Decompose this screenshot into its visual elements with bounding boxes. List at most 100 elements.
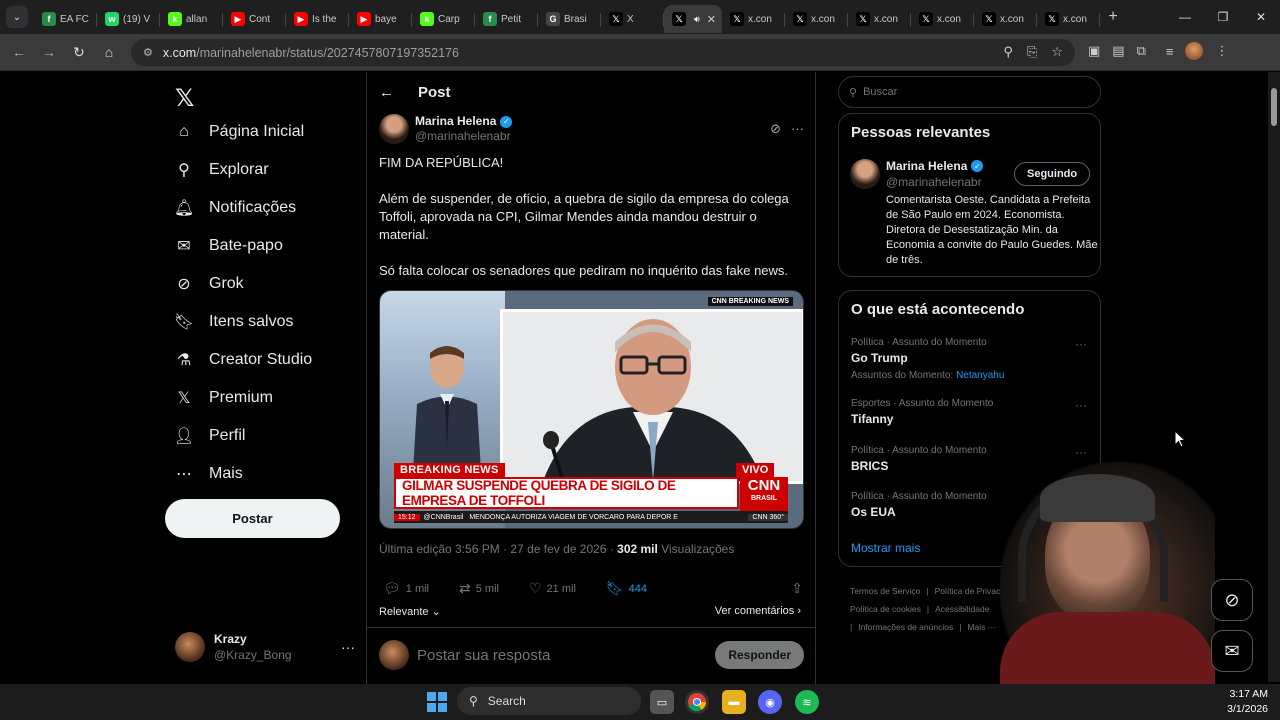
browser-tab[interactable]: 𝕏x.con <box>911 5 974 33</box>
x-logo-icon[interactable]: 𝕏 <box>175 84 194 113</box>
browser-tab[interactable]: 𝕏x.con <box>722 5 785 33</box>
nav-item-premium[interactable]: 𝕏 Premium <box>175 389 273 407</box>
browser-tab[interactable]: ▶ baye <box>349 5 412 33</box>
search-input[interactable]: ⚲ Buscar <box>838 76 1101 108</box>
grok-fab-icon[interactable]: ⊘ <box>1211 579 1253 621</box>
extension-icon[interactable]: ▣ <box>1088 43 1100 59</box>
nav-item-página-inicial[interactable]: ⌂ Página Inicial <box>175 123 304 141</box>
close-window-icon[interactable]: ✕ <box>1242 10 1280 24</box>
trend-item[interactable]: Esportes · Assunto do Momento Tifanny ··… <box>851 398 1091 426</box>
nav-item-notificações[interactable]: 🔔︎ Notificações <box>174 199 296 217</box>
reload-icon[interactable]: ↻ <box>64 44 94 61</box>
discord-icon[interactable]: ◉ <box>758 690 782 714</box>
browser-tab[interactable]: k Carp <box>412 5 475 33</box>
messages-fab-icon[interactable]: ✉ <box>1211 630 1253 672</box>
install-app-icon[interactable]: ⎘ <box>1027 44 1037 60</box>
browser-tab[interactable]: 𝕏X <box>601 5 664 33</box>
more-icon[interactable]: ··· <box>1075 337 1087 351</box>
nav-item-itens-salvos[interactable]: 🔖︎ Itens salvos <box>174 313 294 331</box>
reply-action[interactable]: 💬︎ 1 mil <box>383 580 429 597</box>
more-icon[interactable]: ··· <box>1075 445 1087 459</box>
url-path: /marinahelenabr/status/20274578071973521… <box>196 45 459 60</box>
nav-item-perfil[interactable]: 👤︎ Perfil <box>174 427 246 445</box>
nav-item-explorar[interactable]: ⚲ Explorar <box>175 161 268 179</box>
minimize-icon[interactable]: — <box>1166 10 1204 24</box>
author-name[interactable]: Marina Helena <box>415 114 496 129</box>
share-icon[interactable]: ⇪ <box>791 580 803 597</box>
footer-link[interactable]: Acessibilidade <box>935 604 989 614</box>
tab-search-button[interactable]: ⌄ <box>6 6 28 28</box>
menu-icon[interactable]: ⋮ <box>1215 43 1228 59</box>
show-more-link[interactable]: Mostrar mais <box>851 541 920 555</box>
user-name[interactable]: Marina Helena <box>886 159 967 173</box>
repost-action[interactable]: ⇄ 5 mil <box>459 580 499 597</box>
avatar[interactable] <box>850 159 880 189</box>
footer-link[interactable]: Mais ··· <box>967 622 996 632</box>
nav-item-creator-studio[interactable]: ⚗ Creator Studio <box>175 351 312 369</box>
author-handle[interactable]: @marinahelenabr <box>415 129 512 144</box>
avatar[interactable] <box>379 114 409 144</box>
forward-icon[interactable]: → <box>34 44 64 60</box>
browser-tab[interactable]: 𝕏x.con <box>785 5 848 33</box>
windows-start-icon[interactable] <box>427 692 447 712</box>
browser-tab[interactable]: ▶ Is the <box>286 5 349 33</box>
media-control-icon[interactable]: ≡ <box>1166 44 1174 59</box>
browser-tab[interactable]: w (19) V <box>97 5 160 33</box>
close-tab-icon[interactable]: ✕ <box>707 13 716 26</box>
view-comments-link[interactable]: Ver comentários › <box>715 605 801 617</box>
user-handle[interactable]: @marinahelenabr <box>886 175 982 189</box>
star-icon[interactable]: ☆ <box>1051 44 1063 60</box>
audio-playing-icon[interactable]: 🔊︎ <box>694 14 700 25</box>
browser-tab[interactable]: 𝕏x.con <box>1037 5 1100 33</box>
tab-favicon-icon: ▶ <box>231 12 245 26</box>
browser-tab[interactable]: k allan <box>160 5 223 33</box>
following-button[interactable]: Seguindo <box>1014 162 1091 186</box>
footer-link[interactable]: Política de cookies <box>850 604 921 614</box>
back-arrow-icon[interactable]: ← <box>379 84 394 101</box>
nav-item-grok[interactable]: ⊘ Grok <box>175 275 243 293</box>
scrollbar[interactable] <box>1268 72 1280 682</box>
more-icon[interactable]: ··· <box>341 639 355 655</box>
edit-timestamp[interactable]: Última edição 3:56 PM · 27 de fev de 202… <box>379 542 617 556</box>
trend-item[interactable]: Política · Assunto do Momento Go Trump A… <box>851 337 1091 381</box>
back-icon[interactable]: ← <box>4 44 34 60</box>
restore-icon[interactable]: ❐ <box>1204 10 1242 24</box>
like-action[interactable]: ♡ 21 mil <box>529 580 576 597</box>
new-tab-button[interactable]: + <box>1100 8 1126 26</box>
post-button[interactable]: Postar <box>165 499 340 538</box>
sort-dropdown[interactable]: Relevante ⌄ <box>379 605 441 618</box>
puzzle-icon[interactable]: ⧉ <box>1137 43 1146 59</box>
address-bar[interactable]: ⚙ x.com/marinahelenabr/status/2027457807… <box>131 39 1075 66</box>
browser-tab[interactable]: 𝕏x.con <box>974 5 1037 33</box>
site-info-icon[interactable]: ⚙ <box>143 46 153 59</box>
reply-input[interactable]: Postar sua resposta <box>417 647 550 664</box>
nav-item-mais[interactable]: ⋯ Mais <box>175 465 243 483</box>
extension-icon[interactable]: ▤ <box>1112 43 1124 59</box>
reply-button[interactable]: Responder <box>715 641 804 669</box>
grok-icon[interactable]: ⊘ <box>770 121 781 137</box>
file-explorer-icon[interactable]: ▬ <box>722 690 746 714</box>
zoom-icon[interactable]: ⚲ <box>1003 44 1013 60</box>
spotify-icon[interactable]: ≋ <box>795 690 819 714</box>
browser-tab[interactable]: f EA FC <box>34 5 97 33</box>
system-clock[interactable]: 3:17 AM 3/1/2026 <box>1212 687 1268 717</box>
scrollbar-thumb[interactable] <box>1271 88 1277 126</box>
browser-tab[interactable]: 𝕏x.con <box>848 5 911 33</box>
browser-tab[interactable]: 𝕏 🔊︎ ✕ <box>664 5 722 33</box>
home-icon[interactable]: ⌂ <box>94 44 124 60</box>
taskbar-search[interactable]: ⚲ Search <box>457 687 641 715</box>
task-view-icon[interactable]: ▭ <box>650 690 674 714</box>
more-icon[interactable]: ··· <box>1075 398 1087 412</box>
profile-avatar[interactable] <box>1185 42 1204 60</box>
more-icon[interactable]: ··· <box>791 121 804 137</box>
browser-tab[interactable]: f Petit <box>475 5 538 33</box>
chrome-icon[interactable] <box>685 690 709 714</box>
browser-tab[interactable]: G Brasi <box>538 5 601 33</box>
nav-item-bate-papo[interactable]: ✉ Bate-papo <box>175 237 283 255</box>
footer-link[interactable]: Termos de Serviço <box>850 586 920 596</box>
bookmark-action[interactable]: 🔖︎ 444 <box>606 580 647 597</box>
footer-link[interactable]: Informações de anúncios <box>858 622 953 632</box>
account-switcher[interactable]: Krazy @Krazy_Bong ··· <box>175 631 355 663</box>
browser-tab[interactable]: ▶ Cont <box>223 5 286 33</box>
post-media-image[interactable]: CNN BREAKING NEWS BREAKING NEWS VIVO GIL… <box>379 290 804 529</box>
